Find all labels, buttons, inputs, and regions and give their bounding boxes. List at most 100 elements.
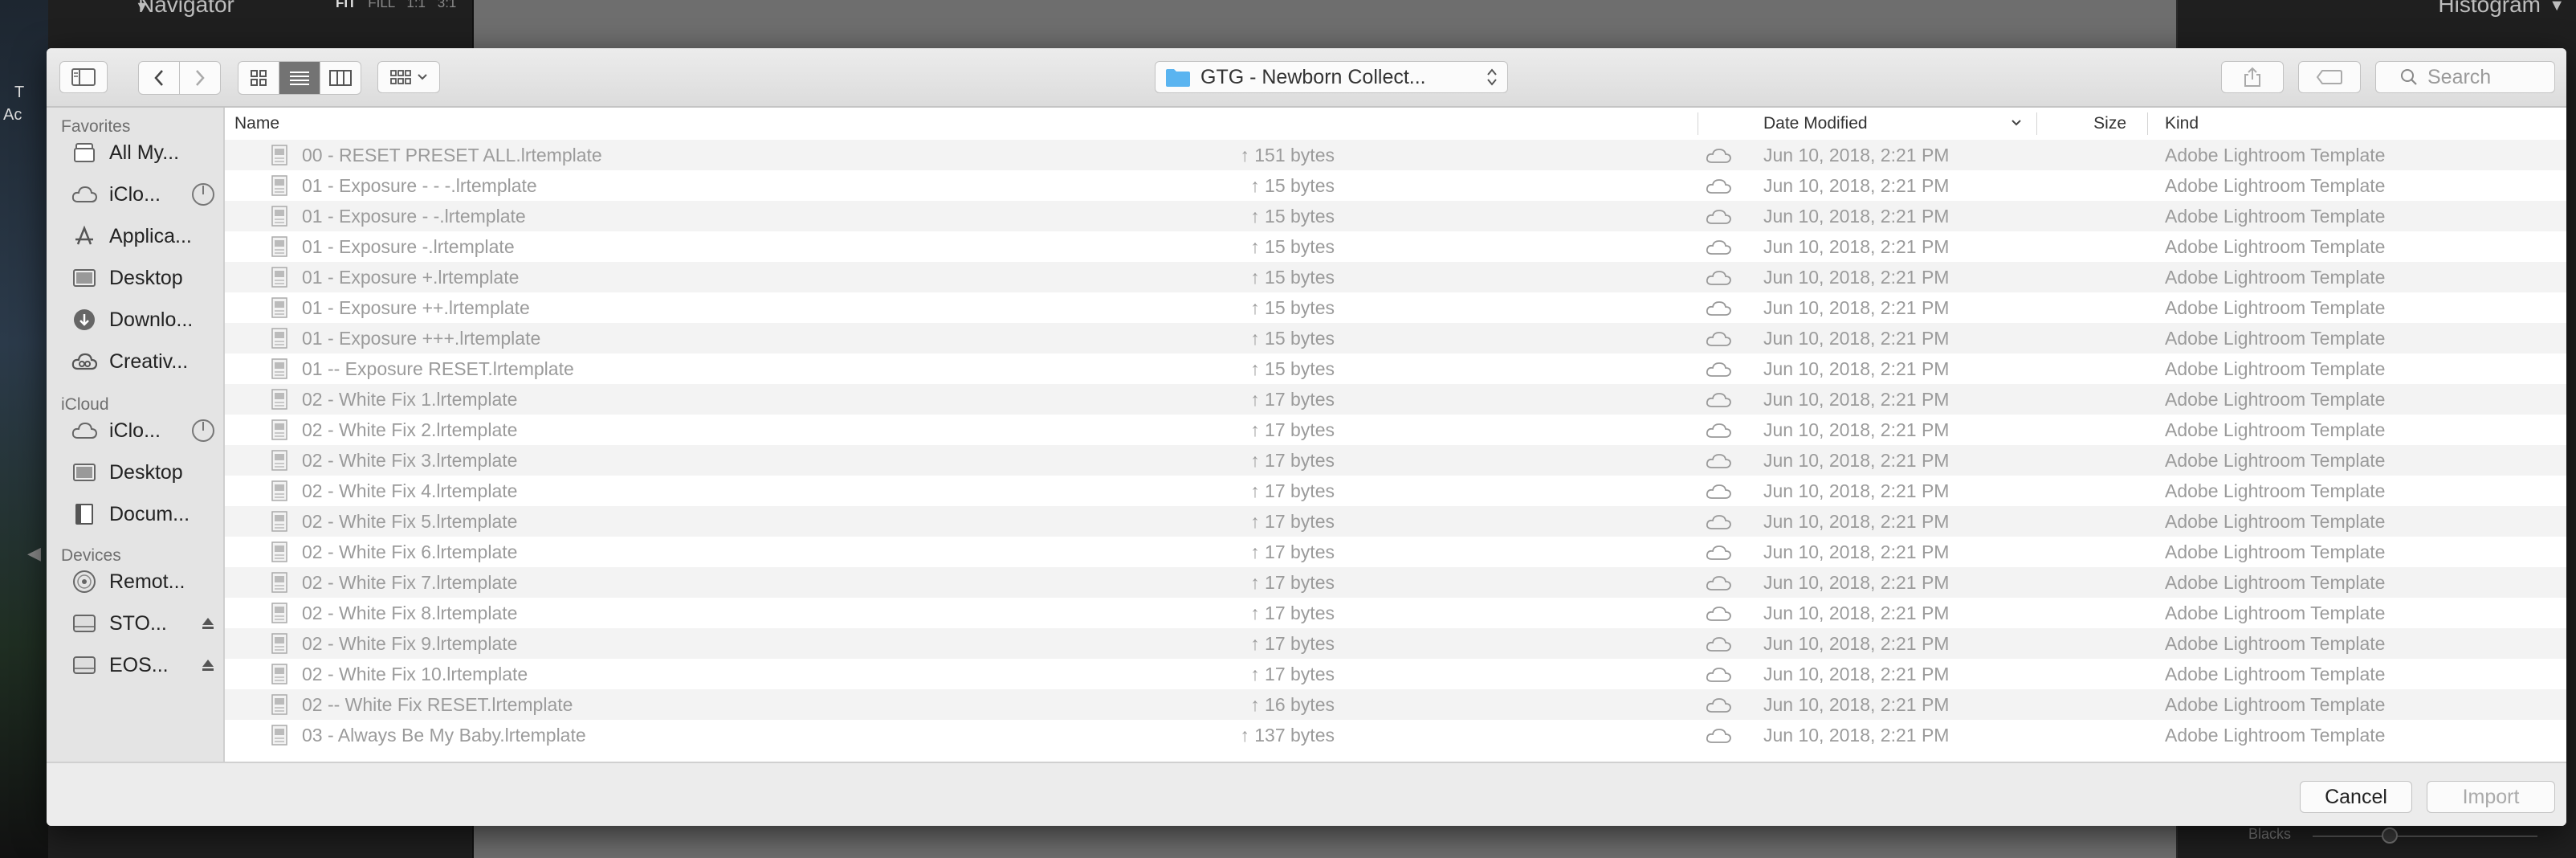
- table-row[interactable]: 02 - White Fix 4.lrtemplate Jun 10, 2018,…: [225, 476, 2566, 506]
- sidebar-item-icloud-desktop[interactable]: Desktop: [71, 455, 215, 490]
- column-header-size[interactable]: Size: [2093, 108, 2126, 140]
- table-row[interactable]: 02 - White Fix 9.lrtemplate Jun 10, 2018,…: [225, 628, 2566, 659]
- blacks-label: Blacks: [2248, 826, 2292, 842]
- column-divider[interactable]: [2147, 112, 2148, 135]
- file-size: ↑ 17 bytes: [1250, 567, 1335, 598]
- table-row[interactable]: 02 - White Fix 5.lrtemplate Jun 10, 2018,…: [225, 506, 2566, 537]
- table-row[interactable]: 01 - Exposure +++.lrtemplate Jun 10, 2018…: [225, 323, 2566, 353]
- cancel-button[interactable]: Cancel: [2300, 781, 2412, 813]
- navigator-option-3-1[interactable]: 3:1: [438, 0, 457, 10]
- sidebar-section-icloud: iCloud: [61, 395, 109, 414]
- file-date-modified: Jun 10, 2018, 2:21 PM: [1763, 358, 1950, 379]
- icon-grid-icon: [251, 70, 267, 86]
- file-date-modified: Jun 10, 2018, 2:21 PM: [1763, 145, 1950, 165]
- import-button[interactable]: Import: [2427, 781, 2555, 813]
- file-size-value: 15 bytes: [1265, 175, 1335, 196]
- upload-arrow-icon: ↑: [1250, 389, 1266, 410]
- sidebar-item-documents[interactable]: Docum...: [71, 496, 215, 532]
- column-header-name[interactable]: Name: [234, 108, 279, 140]
- column-divider[interactable]: [2036, 112, 2037, 135]
- cloud-icon: [1706, 240, 1731, 255]
- table-row[interactable]: 01 -- Exposure RESET.lrtemplate Jun 10, 2…: [225, 353, 2566, 384]
- sidebar-item-icloud-drive[interactable]: iClo...: [71, 177, 215, 212]
- table-row[interactable]: 02 - White Fix 10.lrtemplate Jun 10, 2018…: [225, 659, 2566, 689]
- sidebar-item-all-my-files[interactable]: All My...: [71, 135, 215, 170]
- document-icon: [71, 503, 98, 525]
- group-by-button[interactable]: [377, 61, 440, 93]
- icon-view-button[interactable]: [238, 62, 279, 94]
- tags-button[interactable]: [2298, 61, 2361, 93]
- sidebar-item-downloads[interactable]: Downlo...: [71, 302, 215, 337]
- file-kind: Adobe Lightroom Template: [2165, 541, 2386, 562]
- table-row[interactable]: 02 - White Fix 6.lrtemplate Jun 10, 2018,…: [225, 537, 2566, 567]
- navigator-zoom-options: FIT FILL 1:1 3:1: [336, 0, 456, 11]
- back-button[interactable]: [139, 62, 180, 94]
- file-kind: Adobe Lightroom Template: [2165, 389, 2386, 410]
- template-file-icon: [271, 267, 287, 288]
- column-header-date-modified[interactable]: Date Modified: [1763, 108, 1868, 140]
- table-row[interactable]: 00 - RESET PRESET ALL.lrtemplate Jun 10, …: [225, 140, 2566, 170]
- table-row[interactable]: 01 - Exposure - -.lrtemplate Jun 10, 2018…: [225, 201, 2566, 231]
- list-view-button[interactable]: [279, 62, 320, 94]
- file-size: ↑ 17 bytes: [1250, 415, 1335, 445]
- search-field[interactable]: Search: [2375, 61, 2555, 93]
- file-size: ↑ 16 bytes: [1250, 689, 1335, 720]
- file-size-value: 17 bytes: [1265, 572, 1335, 593]
- sidebar-item-applications[interactable]: Applica...: [71, 219, 215, 254]
- upload-arrow-icon: ↑: [1250, 236, 1266, 257]
- navigator-option-fit[interactable]: FIT: [336, 0, 357, 10]
- table-row[interactable]: 02 - White Fix 1.lrtemplate Jun 10, 2018,…: [225, 384, 2566, 415]
- dialog-toolbar: GTG - Newborn Collect... Search: [47, 48, 2566, 108]
- table-row[interactable]: 02 -- White Fix RESET.lrtemplate Jun 10, …: [225, 689, 2566, 720]
- cloud-icon: [1706, 301, 1731, 316]
- file-size-value: 15 bytes: [1265, 358, 1335, 379]
- column-view-button[interactable]: [320, 62, 361, 94]
- navigator-option-1-1[interactable]: 1:1: [406, 0, 426, 10]
- file-name: 02 - White Fix 5.lrtemplate: [302, 511, 518, 532]
- upload-arrow-icon: ↑: [1250, 206, 1266, 227]
- left-panel-toggle-icon[interactable]: ◀: [27, 543, 41, 564]
- column-header-kind[interactable]: Kind: [2165, 108, 2199, 140]
- table-row[interactable]: 03 - Always Be My Baby.lrtemplate Jun 10,…: [225, 720, 2566, 750]
- sidebar-toggle-button[interactable]: [59, 61, 108, 93]
- sidebar-item-eos-drive[interactable]: EOS...: [71, 648, 215, 683]
- file-date-modified: Jun 10, 2018, 2:21 PM: [1763, 664, 1950, 684]
- blacks-slider-knob[interactable]: [2382, 827, 2398, 844]
- eject-icon[interactable]: [201, 658, 215, 672]
- share-button[interactable]: [2221, 61, 2284, 93]
- sidebar-item-desktop[interactable]: Desktop: [71, 260, 215, 296]
- table-row[interactable]: 01 - Exposure ++.lrtemplate Jun 10, 2018,…: [225, 292, 2566, 323]
- navigator-option-fill[interactable]: FILL: [368, 0, 394, 10]
- blacks-slider-track[interactable]: [2313, 836, 2537, 837]
- file-kind: Adobe Lightroom Template: [2165, 725, 2386, 746]
- sidebar-item-icloud-drive-2[interactable]: iClo...: [71, 413, 215, 448]
- file-name: 01 - Exposure +++.lrtemplate: [302, 328, 541, 349]
- template-file-icon: [271, 694, 287, 715]
- histogram-collapse-icon[interactable]: ▼: [2549, 0, 2565, 15]
- sidebar-item-remote-disc[interactable]: Remot...: [71, 564, 215, 599]
- sidebar-item-storage-drive[interactable]: STO...: [71, 606, 215, 641]
- table-row[interactable]: 02 - White Fix 2.lrtemplate Jun 10, 2018,…: [225, 415, 2566, 445]
- template-file-icon: [271, 603, 287, 623]
- table-row[interactable]: 02 - White Fix 7.lrtemplate Jun 10, 2018,…: [225, 567, 2566, 598]
- arrange-grid-icon: [390, 70, 411, 84]
- file-size: ↑ 15 bytes: [1250, 292, 1335, 323]
- cloud-icon: [1706, 179, 1731, 194]
- table-row[interactable]: 01 - Exposure +.lrtemplate Jun 10, 2018, …: [225, 262, 2566, 292]
- template-file-icon: [271, 480, 287, 501]
- table-row[interactable]: 02 - White Fix 8.lrtemplate Jun 10, 2018,…: [225, 598, 2566, 628]
- sidebar-item-creative-cloud[interactable]: Creativ...: [71, 344, 215, 379]
- file-name: 01 - Exposure ++.lrtemplate: [302, 297, 530, 318]
- sort-chevron-down-icon[interactable]: [2011, 119, 2022, 127]
- file-size-value: 17 bytes: [1265, 389, 1335, 410]
- table-row[interactable]: 02 - White Fix 3.lrtemplate Jun 10, 2018,…: [225, 445, 2566, 476]
- table-row[interactable]: 01 - Exposure -.lrtemplate Jun 10, 2018, …: [225, 231, 2566, 262]
- location-popup[interactable]: GTG - Newborn Collect...: [1155, 61, 1508, 93]
- cloud-icon: [1706, 362, 1731, 377]
- table-row[interactable]: 01 - Exposure - - -.lrtemplate Jun 10, 20…: [225, 170, 2566, 201]
- file-name: 02 - White Fix 2.lrtemplate: [302, 419, 518, 440]
- file-kind: Adobe Lightroom Template: [2165, 358, 2386, 379]
- forward-button[interactable]: [180, 62, 220, 94]
- file-name: 01 - Exposure -.lrtemplate: [302, 236, 515, 257]
- eject-icon[interactable]: [201, 616, 215, 631]
